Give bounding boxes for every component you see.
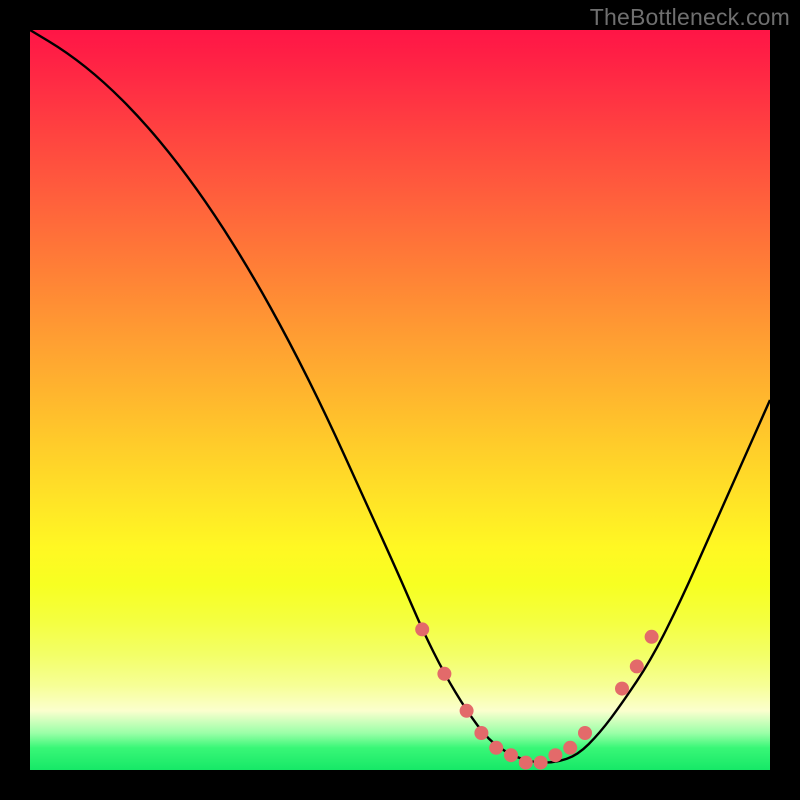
highlighted-points-group: [415, 622, 658, 769]
highlight-point: [615, 682, 629, 696]
bottleneck-curve: [30, 30, 770, 763]
highlight-point: [548, 748, 562, 762]
highlight-point: [489, 741, 503, 755]
chart-svg: [30, 30, 770, 770]
highlight-point: [474, 726, 488, 740]
highlight-point: [630, 659, 644, 673]
highlight-point: [563, 741, 577, 755]
highlight-point: [437, 667, 451, 681]
chart-frame: TheBottleneck.com: [0, 0, 800, 800]
highlight-point: [415, 622, 429, 636]
curve-path: [30, 30, 770, 763]
highlight-point: [534, 756, 548, 770]
highlight-point: [460, 704, 474, 718]
highlight-point: [578, 726, 592, 740]
highlight-point: [645, 630, 659, 644]
watermark-text: TheBottleneck.com: [590, 4, 790, 31]
highlight-point: [519, 756, 533, 770]
highlight-point: [504, 748, 518, 762]
